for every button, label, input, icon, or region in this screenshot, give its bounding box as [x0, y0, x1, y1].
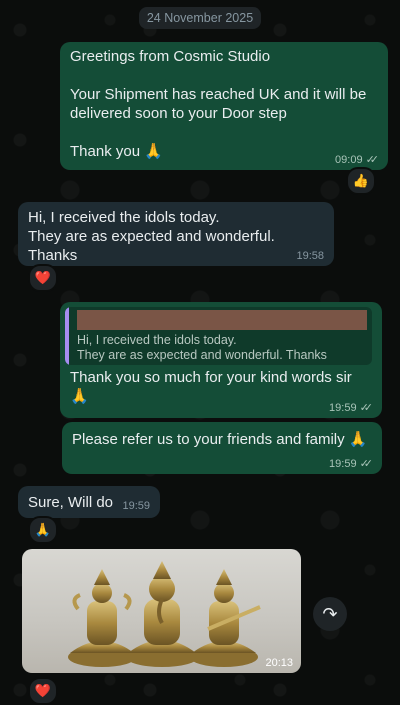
message-time: 09:09	[335, 153, 363, 166]
message-meta: 19:58	[296, 250, 324, 262]
reaction-badge[interactable]: 🙏	[28, 516, 58, 544]
message-meta: 19:59 ✓✓	[329, 401, 374, 415]
idols-photo	[68, 561, 261, 667]
reaction-badge[interactable]: ❤️	[28, 264, 58, 292]
idol-figure	[126, 561, 198, 667]
message-meta: 09:09 ✓✓	[335, 153, 380, 167]
forward-icon[interactable]: ↷	[313, 597, 347, 631]
double-check-icon: ✓✓	[359, 402, 374, 414]
quoted-message[interactable]: Hi, I received the idols today. They are…	[65, 307, 372, 365]
message-time: 19:59	[122, 500, 150, 512]
message-bubble-outgoing[interactable]: Please refer us to your friends and fami…	[62, 422, 382, 474]
quote-accent-bar	[65, 307, 69, 365]
image-message[interactable]: 20:13	[22, 549, 301, 673]
message-time: 20:13	[265, 657, 293, 669]
message-time: 19:58	[296, 250, 324, 262]
message-time: 19:59	[329, 401, 357, 414]
message-meta: 19:59 ✓✓	[329, 457, 374, 471]
idol-figure	[68, 569, 136, 667]
message-text: Thank you so much for your kind words si…	[70, 369, 352, 405]
message-bubble-incoming[interactable]: Hi, I received the idols today. They are…	[18, 202, 334, 266]
quoted-text: Hi, I received the idols today. They are…	[77, 333, 327, 362]
redacted-name	[77, 310, 367, 330]
message-text: Greetings from Cosmic Studio Your Shipme…	[70, 48, 367, 160]
date-separator: 24 November 2025	[139, 7, 261, 29]
reaction-badge[interactable]: ❤️	[28, 677, 58, 705]
message-bubble-incoming[interactable]: Sure, Will do 19:59	[18, 486, 160, 518]
double-check-icon: ✓✓	[365, 154, 380, 166]
message-text: Please refer us to your friends and fami…	[72, 431, 368, 448]
message-text: Hi, I received the idols today. They are…	[28, 209, 275, 264]
message-bubble-outgoing[interactable]: Greetings from Cosmic Studio Your Shipme…	[60, 42, 388, 170]
message-bubble-outgoing-reply[interactable]: Hi, I received the idols today. They are…	[60, 302, 382, 418]
message-meta: 19:59	[122, 500, 150, 512]
idol-figure	[190, 569, 261, 667]
double-check-icon: ✓✓	[359, 458, 374, 470]
message-meta: 20:13	[265, 657, 293, 669]
reaction-badge[interactable]: 👍	[346, 167, 376, 195]
message-time: 19:59	[329, 457, 357, 470]
